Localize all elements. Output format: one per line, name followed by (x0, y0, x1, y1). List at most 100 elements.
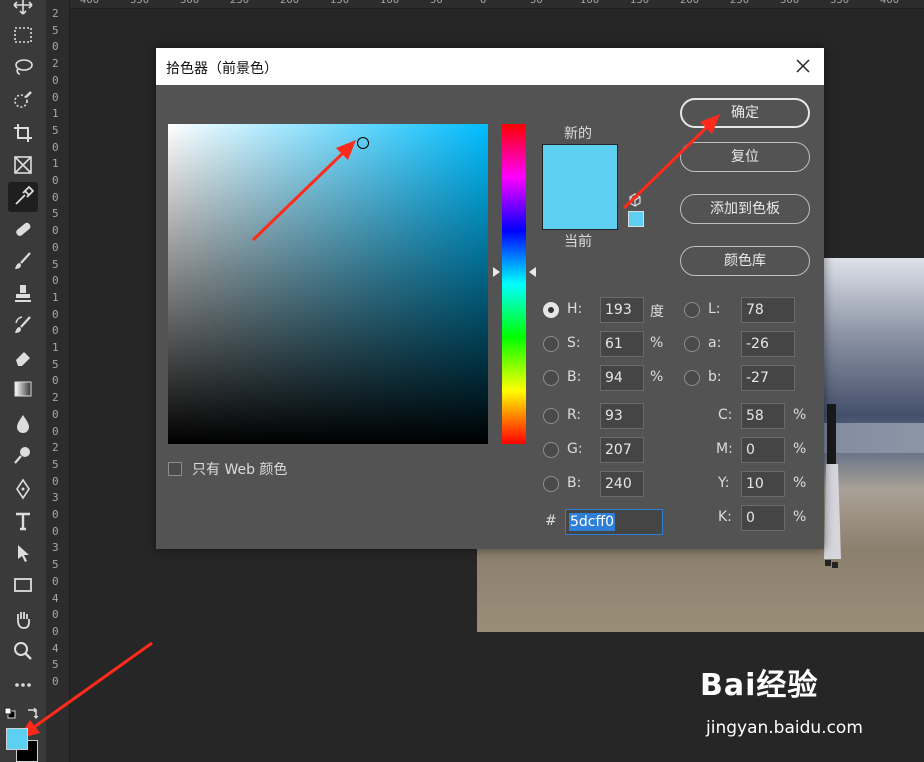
photo-person (824, 404, 841, 568)
web-safe-swatch[interactable] (628, 211, 644, 227)
gradient-icon[interactable] (8, 374, 38, 404)
color-libraries-button[interactable]: 颜色库 (680, 246, 810, 276)
m-input[interactable]: 0 (741, 437, 785, 463)
default-colors-icon[interactable] (4, 707, 16, 719)
ruler-digit: 4 (52, 591, 59, 605)
s-input[interactable]: 61 (600, 331, 644, 357)
marquee-icon[interactable] (8, 20, 38, 50)
a-input[interactable]: -26 (741, 331, 795, 357)
radio-r[interactable] (543, 408, 559, 424)
radio-lab-b[interactable] (684, 370, 700, 386)
radio-s[interactable] (543, 336, 559, 352)
close-icon[interactable] (796, 59, 810, 73)
ruler-digit: 2 (52, 57, 59, 71)
reset-button[interactable]: 复位 (680, 142, 810, 172)
l-input[interactable]: 78 (741, 297, 795, 323)
history-brush-icon[interactable] (8, 310, 38, 340)
lab-b-label: b: (708, 369, 722, 385)
healing-icon[interactable] (8, 214, 38, 244)
radio-a[interactable] (684, 336, 700, 352)
eraser-icon[interactable] (8, 342, 38, 372)
ruler-digit: 0 (52, 407, 59, 421)
brush-icon[interactable] (8, 246, 38, 276)
zoom-icon[interactable] (8, 636, 38, 666)
a-label: a: (708, 335, 722, 351)
ruler-mark: 150 (330, 0, 350, 6)
ruler-mark: 350 (130, 0, 150, 6)
radio-blue[interactable] (543, 476, 559, 492)
hand-icon[interactable] (8, 604, 38, 634)
out-of-gamut-cube-icon[interactable] (628, 193, 642, 207)
ruler-digit: 0 (52, 224, 59, 238)
dodge-icon[interactable] (8, 440, 38, 470)
ruler-digit: 5 (52, 257, 59, 271)
path-select-icon[interactable] (8, 538, 38, 568)
ruler-digit: 0 (52, 324, 59, 338)
web-colors-only-checkbox[interactable] (168, 462, 182, 476)
r-input[interactable]: 93 (600, 403, 644, 429)
ok-button[interactable]: 确定 (680, 98, 810, 128)
blue-input[interactable]: 240 (600, 471, 644, 497)
ruler-mark: 250 (230, 0, 250, 6)
b-input[interactable]: 94 (600, 365, 644, 391)
quick-select-icon[interactable] (8, 85, 38, 115)
hex-value: 5dcff0 (569, 513, 616, 531)
y-label: Y: (718, 475, 730, 491)
ruler-digit: 5 (52, 658, 59, 672)
ruler-digit: 3 (52, 541, 59, 555)
ruler-digit: 0 (52, 574, 59, 588)
ruler-digit: 1 (52, 157, 59, 171)
ruler-digit: 0 (52, 40, 59, 54)
blur-icon[interactable] (8, 408, 38, 438)
ruler-digit: 0 (52, 274, 59, 288)
eyedropper-icon[interactable] (8, 182, 38, 212)
color-field[interactable] (168, 124, 488, 444)
ruler-digit: 0 (52, 374, 59, 388)
c-input[interactable]: 58 (741, 403, 785, 429)
ruler-mark: 50 (530, 0, 543, 6)
ruler-mark: 100 (380, 0, 400, 6)
r-label: R: (567, 407, 582, 423)
ruler-digit: 0 (52, 174, 59, 187)
lab-b-input[interactable]: -27 (741, 365, 795, 391)
move-icon[interactable] (8, 0, 38, 20)
h-input[interactable]: 193 (600, 297, 644, 323)
ruler-digit: 0 (52, 608, 59, 622)
m-label: M: (716, 441, 733, 457)
h-label: H: (567, 301, 583, 317)
current-color-label: 当前 (564, 234, 592, 250)
ruler-digit: 2 (52, 441, 59, 455)
add-to-swatches-button[interactable]: 添加到色板 (680, 194, 810, 224)
radio-g[interactable] (543, 442, 559, 458)
radio-b[interactable] (543, 370, 559, 386)
radio-l[interactable] (684, 302, 700, 318)
ruler-digit: 0 (52, 474, 59, 488)
hue-slider-right-arrow[interactable] (529, 267, 536, 277)
more-icon[interactable] (8, 670, 38, 700)
k-input[interactable]: 0 (741, 505, 785, 531)
swap-colors-icon[interactable] (26, 706, 40, 720)
ruler-digit: 1 (52, 107, 59, 121)
color-field-marker[interactable] (357, 137, 369, 149)
pen-icon[interactable] (8, 474, 38, 504)
type-icon[interactable] (8, 506, 38, 536)
ruler-mark: 150 (630, 0, 650, 6)
g-input[interactable]: 207 (600, 437, 644, 463)
crop-icon[interactable] (8, 118, 38, 148)
ruler-digit: 1 (52, 290, 59, 304)
y-input[interactable]: 10 (741, 471, 785, 497)
stamp-icon[interactable] (8, 278, 38, 308)
ruler-mark: 200 (280, 0, 300, 6)
k-unit: % (793, 509, 807, 525)
foreground-color-swatch[interactable] (6, 728, 28, 750)
lasso-icon[interactable] (8, 52, 38, 82)
c-unit: % (793, 407, 807, 423)
b-label: B: (567, 369, 582, 385)
frame-icon[interactable] (8, 150, 38, 180)
hue-slider[interactable] (502, 124, 526, 444)
rectangle-icon[interactable] (8, 570, 38, 600)
hex-input[interactable]: 5dcff0 (565, 509, 663, 535)
radio-h[interactable] (543, 302, 559, 318)
new-color-label: 新的 (564, 126, 592, 142)
hue-slider-left-arrow[interactable] (493, 267, 500, 277)
